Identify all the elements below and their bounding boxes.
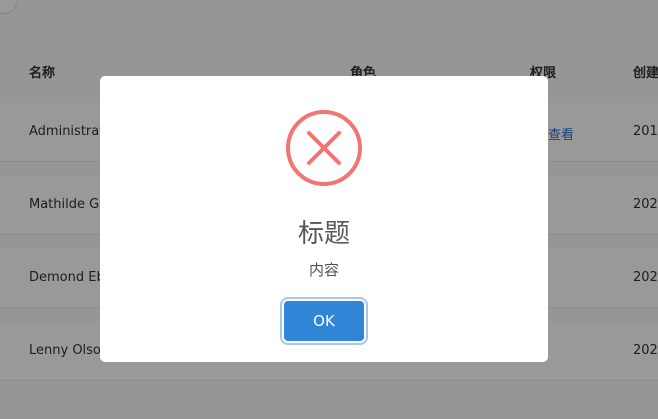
alert-dialog: 标题 内容 OK	[100, 76, 548, 362]
error-x-circle-icon	[286, 110, 362, 186]
dialog-content: 内容	[308, 261, 339, 279]
ok-button[interactable]: OK	[284, 301, 364, 341]
dialog-title: 标题	[297, 219, 350, 249]
